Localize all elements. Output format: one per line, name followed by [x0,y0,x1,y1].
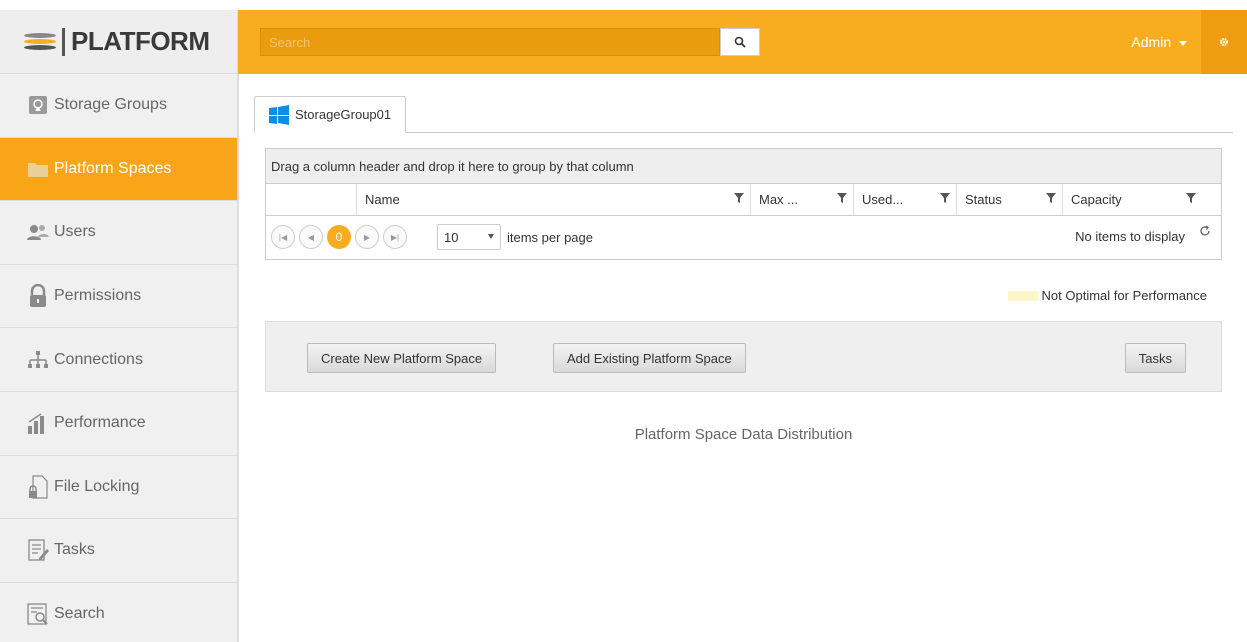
last-page-button[interactable]: ▶| [383,225,407,249]
bar-chart-icon [26,411,50,435]
column-header-label: Capacity [1071,192,1122,207]
sidebar-item-connections[interactable]: Connections [0,328,237,392]
column-header-label: Name [365,192,400,207]
sidebar-item-label: Storage Groups [54,96,167,114]
grid-header-row: Name Max ... Used... Status Capacity [266,184,1221,216]
items-per-page-label: items per page [507,229,593,245]
sidebar-item-storage-groups[interactable]: Storage Groups [0,74,237,138]
column-header-status[interactable]: Status [956,184,1062,215]
refresh-icon[interactable] [1199,225,1211,237]
legend-label: Not Optimal for Performance [1041,288,1207,303]
column-header-select [266,184,356,215]
search-bar [260,28,760,56]
gear-icon [1219,37,1229,47]
current-page-button[interactable]: 0 [327,225,351,249]
next-page-button[interactable]: ▶ [355,225,379,249]
column-header-label: Status [965,192,1002,207]
tasks-icon [26,538,50,562]
sidebar-item-permissions[interactable]: Permissions [0,265,237,329]
sidebar: PLATFORM Storage Groups Platform Spaces … [0,10,238,642]
prev-page-button[interactable]: ◀ [299,225,323,249]
search-list-icon [26,602,50,626]
logo-stack-icon [24,31,56,53]
search-icon [734,36,746,48]
column-header-name[interactable]: Name [356,184,750,215]
grid-pager: |◀ ◀ 0 ▶ ▶| 10 items per page No items t… [266,216,1221,258]
logo[interactable]: PLATFORM [0,10,237,74]
sidebar-item-label: File Locking [54,477,140,495]
sidebar-item-label: Connections [54,350,143,368]
windows-icon [269,104,289,125]
settings-button[interactable] [1201,10,1247,74]
filter-icon[interactable] [734,193,744,203]
tasks-button[interactable]: Tasks [1124,343,1186,373]
sidebar-item-file-locking[interactable]: File Locking [0,456,237,520]
performance-legend: Not Optimal for Performance [1007,288,1207,303]
platform-spaces-grid: Drag a column header and drop it here to… [265,148,1222,260]
filter-icon[interactable] [837,193,847,203]
first-page-button[interactable]: |◀ [271,225,295,249]
column-header-used[interactable]: Used... [853,184,956,215]
legend-swatch [1007,290,1038,301]
column-header-max[interactable]: Max ... [750,184,853,215]
filter-icon[interactable] [1186,193,1196,203]
folder-icon [26,157,50,181]
action-toolbar: Create New Platform Space Add Existing P… [265,321,1222,392]
search-input[interactable] [260,28,720,56]
add-existing-platform-space-button[interactable]: Add Existing Platform Space [553,343,746,373]
page-size-select[interactable]: 10 [437,224,501,250]
data-distribution-title: Platform Space Data Distribution [634,426,853,443]
sidebar-item-users[interactable]: Users [0,201,237,265]
tab-label: StorageGroup01 [295,107,392,122]
filter-icon[interactable] [940,193,950,203]
column-header-label: Used... [862,192,904,207]
logo-divider [62,27,65,56]
create-platform-space-button[interactable]: Create New Platform Space [307,343,497,373]
network-icon [26,348,50,372]
last-page-icon: ▶| [390,232,400,242]
tab-storage-group[interactable]: StorageGroup01 [254,96,407,133]
logo-text: PLATFORM [71,26,210,56]
prev-page-icon: ◀ [307,232,315,242]
current-page-number: 0 [335,230,343,244]
first-page-icon: |◀ [278,232,288,242]
column-header-label: Max ... [759,192,799,207]
storage-groups-icon [26,93,50,117]
sidebar-item-label: Permissions [54,287,142,305]
sidebar-item-label: Users [54,223,96,241]
users-icon [26,220,50,244]
sidebar-item-search[interactable]: Search [0,583,237,642]
user-menu[interactable]: Admin [1131,34,1187,50]
sidebar-item-platform-spaces[interactable]: Platform Spaces [0,137,237,202]
filter-icon[interactable] [1046,193,1056,203]
sidebar-item-label: Tasks [54,541,95,559]
group-hint-text: Drag a column header and drop it here to… [271,158,634,174]
sidebar-item-performance[interactable]: Performance [0,392,237,456]
lock-icon [26,284,50,308]
file-lock-icon [26,475,50,499]
page-size-value: 10 [444,229,459,245]
chevron-down-icon [1179,40,1187,46]
main-content: StorageGroup01 Drag a column header and … [238,74,1247,642]
dropdown-arrow-icon [488,234,494,239]
search-button[interactable] [720,28,760,56]
group-drop-area[interactable]: Drag a column header and drop it here to… [266,149,1221,184]
sidebar-item-label: Performance [54,414,146,432]
sidebar-item-tasks[interactable]: Tasks [0,519,237,583]
sidebar-item-label: Platform Spaces [54,159,172,177]
sidebar-item-label: Search [54,605,105,623]
column-header-capacity[interactable]: Capacity [1062,184,1202,215]
next-page-icon: ▶ [363,232,371,242]
user-menu-label: Admin [1131,34,1172,50]
empty-grid-message: No items to display [1075,229,1185,244]
top-bar: Admin [238,10,1247,74]
